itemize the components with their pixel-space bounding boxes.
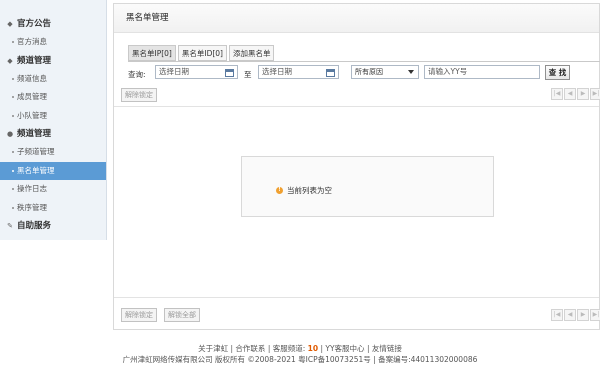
last-page-icon[interactable]: ▶| — [590, 88, 600, 100]
sidebar-section-channel-admin[interactable]: ● 频道管理 — [0, 125, 106, 143]
calendar-icon[interactable] — [225, 69, 234, 77]
main-panel: 黑名单管理 黑名单IP[0] 黑名单ID[0] 添加黑名单 查询: 选择日期 至… — [113, 3, 600, 330]
sidebar-item-members[interactable]: 成员管理 — [0, 88, 106, 107]
empty-state-text: 当前列表为空 — [287, 186, 332, 195]
date-separator: 至 — [244, 70, 252, 79]
page-title: 黑名单管理 — [114, 4, 599, 33]
tab-blacklist-id[interactable]: 黑名单ID[0] — [177, 45, 227, 61]
sidebar-item-label: 操作日志 — [17, 184, 47, 193]
sidebar-section-self-service[interactable]: ✎ 自助服务 — [0, 217, 106, 235]
sidebar-item-subchannels[interactable]: 子频道管理 — [0, 143, 106, 162]
sidebar-section-label: 频道管理 — [17, 55, 52, 66]
footer: 关于津虹 | 合作联系 | 客服频道: 10 | YY客服中心 | 友情链接 广… — [0, 343, 600, 365]
sidebar-item-label: 官方消息 — [17, 37, 47, 46]
footer-links-text[interactable]: | YY客服中心 | 友情链接 — [320, 344, 401, 353]
next-page-icon[interactable]: ▶ — [577, 309, 589, 321]
tab-blacklist-ip[interactable]: 黑名单IP[0] — [128, 45, 176, 61]
sidebar-section-label: 自助服务 — [17, 221, 52, 231]
tab-add-blacklist[interactable]: 添加黑名单 — [228, 45, 275, 61]
tab-bar: 黑名单IP[0] 黑名单ID[0] 添加黑名单 — [128, 45, 275, 61]
sidebar-item-blacklist[interactable]: 黑名单管理 — [0, 161, 106, 180]
sidebar-item-channel-info[interactable]: 频道信息 — [0, 70, 106, 89]
sidebar-item-squads[interactable]: 小队管理 — [0, 107, 106, 126]
sidebar-item-order[interactable]: 秩序管理 — [0, 199, 106, 218]
pager-top: |◀ ◀ ▶ ▶| — [551, 88, 600, 100]
first-page-icon[interactable]: |◀ — [551, 88, 563, 100]
query-bar: 查询: 选择日期 至 选择日期 所有原因 请输入YY号 查 找 — [114, 62, 599, 84]
reason-select[interactable]: 所有原因 — [351, 65, 419, 79]
sidebar-item-official-news[interactable]: 官方消息 — [0, 33, 106, 52]
start-date-field[interactable]: 选择日期 — [155, 65, 238, 79]
footer-links-text[interactable]: 关于津虹 | 合作联系 | 客服频道: — [198, 344, 305, 353]
sidebar-item-label: 子频道管理 — [17, 147, 55, 156]
sidebar-section-label: 官方公告 — [17, 19, 52, 29]
prev-page-icon[interactable]: ◀ — [564, 88, 576, 100]
footer-links: 关于津虹 | 合作联系 | 客服频道: 10 | YY客服中心 | 友情链接 — [0, 343, 600, 354]
sidebar-item-operation-log[interactable]: 操作日志 — [0, 180, 106, 199]
end-date-field[interactable]: 选择日期 — [258, 65, 339, 79]
last-page-icon[interactable]: ▶| — [590, 309, 600, 321]
sidebar-section-channel[interactable]: ◆ 频道管理 — [0, 52, 106, 70]
copyright: 广州津虹网络传媒有限公司 版权所有 ©2008-2021 粤ICP备100732… — [122, 355, 478, 364]
search-button[interactable]: 查 找 — [545, 65, 570, 80]
sidebar-item-label: 黑名单管理 — [17, 165, 55, 175]
reason-selected-value: 所有原因 — [355, 68, 383, 76]
pager-bottom: |◀ ◀ ▶ ▶| — [551, 309, 600, 321]
sidebar-section-label: 频道管理 — [17, 129, 52, 139]
chevron-down-icon: ◆ — [7, 56, 13, 65]
chevron-down-icon — [408, 70, 414, 74]
next-page-icon[interactable]: ▶ — [577, 88, 589, 100]
start-date-placeholder: 选择日期 — [159, 67, 189, 76]
grid-top-border — [114, 106, 599, 107]
calendar-icon[interactable] — [326, 69, 335, 77]
unlock-button-top[interactable]: 解除锁定 — [121, 88, 157, 102]
yy-number-input[interactable]: 请输入YY号 — [424, 65, 540, 79]
prev-page-icon[interactable]: ◀ — [564, 309, 576, 321]
sidebar-item-label: 成员管理 — [17, 92, 47, 101]
first-page-icon[interactable]: |◀ — [551, 309, 563, 321]
end-date-placeholder: 选择日期 — [262, 67, 292, 76]
yy-number-placeholder: 请输入YY号 — [428, 67, 468, 76]
unlock-all-button[interactable]: 解锁全部 — [164, 308, 200, 322]
chevron-down-icon: ◆ — [7, 20, 13, 28]
query-label: 查询: — [128, 70, 146, 79]
empty-state-message: ! 当前列表为空 — [276, 185, 332, 196]
sidebar-item-label: 小队管理 — [17, 110, 47, 120]
empty-state-box: ! 当前列表为空 — [241, 156, 494, 217]
unlock-button-bottom[interactable]: 解除锁定 — [121, 308, 157, 322]
warning-icon: ! — [276, 187, 283, 194]
wrench-icon: ✎ — [7, 222, 13, 230]
sidebar-item-label: 频道信息 — [17, 73, 47, 83]
location-pin-icon: ● — [6, 130, 14, 138]
sidebar-item-label: 秩序管理 — [17, 202, 47, 212]
sidebar: ◆ 官方公告 官方消息 ◆ 频道管理 频道信息 成员管理 小队管理 ● 频道管理… — [0, 0, 107, 240]
grid-bottom-border — [114, 297, 599, 298]
service-channel-number[interactable]: 10 — [308, 344, 318, 353]
sidebar-section-announcements[interactable]: ◆ 官方公告 — [0, 15, 106, 33]
